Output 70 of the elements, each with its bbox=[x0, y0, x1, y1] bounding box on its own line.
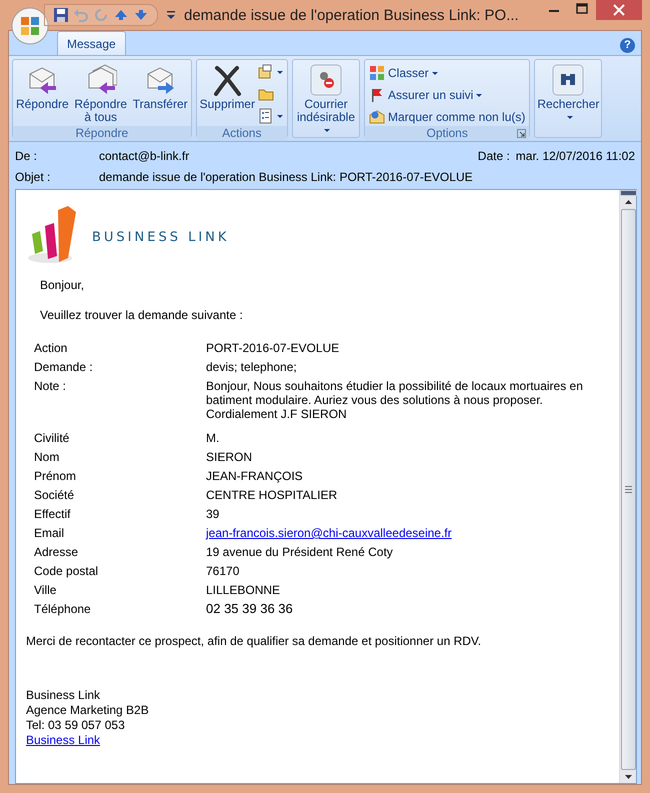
ribbon-button[interactable]: Courrier indésirable bbox=[294, 62, 357, 139]
intro-text: Veuillez trouver la demande suivante : bbox=[40, 308, 244, 322]
ribbon-button[interactable]: Transférer bbox=[132, 62, 189, 113]
ribbon-tab[interactable]: Message bbox=[57, 31, 126, 55]
field-label: Adresse bbox=[34, 545, 80, 559]
grip-icon bbox=[624, 486, 632, 493]
field-value: 02 35 39 36 36 bbox=[206, 602, 294, 616]
email-link[interactable]: jean-francois.sieron@chi-cauxvalleedeseine.fr bbox=[206, 526, 609, 540]
closing-text: Merci de recontacter ce prospect, afin de qualifier sa demande et positionner un RDV. bbox=[26, 634, 482, 648]
blocked-sender-icon bbox=[310, 64, 342, 96]
field-value: CENTRE HOSPITALIER bbox=[206, 488, 338, 502]
color-categories-icon bbox=[368, 64, 385, 80]
field-label: Ville bbox=[34, 583, 58, 597]
signature-link[interactable]: Business Link bbox=[26, 733, 100, 748]
subject-text: demande issue de l'operation Business Link: PORT-2016-07-EVOLUE bbox=[99, 170, 473, 184]
field-label: Civilité bbox=[34, 431, 70, 445]
field-label: Objet : bbox=[15, 170, 52, 184]
signature-line: Business Link bbox=[26, 688, 102, 703]
field-value: SIERON bbox=[206, 450, 254, 464]
greeting-text: Bonjour, bbox=[40, 278, 86, 292]
field-label: Prénom bbox=[34, 469, 78, 483]
field-label: Nom bbox=[34, 450, 60, 464]
field-label: Effectif bbox=[34, 507, 72, 521]
ribbon-button[interactable]: Répondre à tous bbox=[70, 62, 132, 126]
field-value: Bonjour, Nous souhaitons étudier la possibilité de locaux mortuaires en batiment modulaire. Auriez vous des solutions à nous proposer. Cordialement J.F SIERON bbox=[206, 379, 584, 421]
caret-icon bbox=[276, 70, 283, 74]
field-value: 76170 bbox=[206, 564, 240, 578]
help-button[interactable]: ? bbox=[620, 38, 635, 52]
field-label: De : bbox=[15, 149, 38, 163]
field-value: 19 avenue du Président René Coty bbox=[206, 545, 394, 559]
ribbon-button[interactable]: Classer bbox=[366, 63, 528, 82]
ribbon-button[interactable]: Assurer un suivi bbox=[366, 85, 528, 104]
signature-line: Tel: 03 59 057 053 bbox=[26, 718, 126, 733]
save-icon[interactable] bbox=[53, 7, 69, 23]
caret-icon bbox=[276, 114, 283, 118]
ribbon-button[interactable]: Marquer comme non lu(s) bbox=[366, 107, 528, 126]
field-value: PORT-2016-07-EVOLUE bbox=[206, 341, 340, 355]
field-label: Demande : bbox=[34, 360, 94, 374]
sent-date: mar. 12/07/2016 11:02 bbox=[516, 149, 635, 163]
close-icon[interactable] bbox=[596, 0, 642, 20]
field-value: LILLEBONNE bbox=[206, 583, 282, 597]
group-label: Actions bbox=[222, 126, 262, 140]
ribbon-button[interactable]: Répondre bbox=[15, 62, 70, 113]
ribbon-button[interactable]: Supprimer bbox=[198, 62, 256, 113]
scrollbar[interactable] bbox=[619, 190, 636, 783]
signature-line: Agence Marketing B2B bbox=[26, 703, 150, 718]
move-to-folder-icon bbox=[258, 64, 274, 80]
window-title: demande issue de l'operation Business Link: PO... bbox=[184, 6, 519, 24]
envelope-icon bbox=[368, 108, 385, 124]
field-label: Action bbox=[34, 341, 68, 355]
sender-address: contact@b-link.fr bbox=[99, 149, 190, 163]
field-label: Note : bbox=[34, 379, 68, 395]
field-value: 39 bbox=[206, 507, 220, 521]
field-value: M. bbox=[206, 431, 220, 445]
field-value: devis; telephone; bbox=[206, 360, 298, 374]
group-label: Répondre bbox=[75, 126, 128, 140]
ribbon-button[interactable]: Rechercher bbox=[537, 62, 600, 126]
dialog-launcher-icon[interactable] bbox=[517, 129, 526, 138]
customize-icon[interactable] bbox=[166, 9, 176, 21]
field-label: Email bbox=[34, 526, 66, 540]
rules-icon bbox=[258, 108, 274, 124]
field-label: Date : bbox=[478, 149, 511, 163]
logo-text: BUSINESS LINK bbox=[92, 230, 230, 244]
field-label: Code postal bbox=[34, 564, 100, 578]
group-label: Options bbox=[426, 126, 468, 140]
field-value: JEAN-FRANÇOIS bbox=[206, 469, 304, 483]
splitter-handle[interactable] bbox=[620, 190, 636, 196]
cross-icon bbox=[211, 64, 244, 96]
field-label: Société bbox=[34, 488, 76, 502]
field-label: Téléphone bbox=[34, 602, 92, 616]
